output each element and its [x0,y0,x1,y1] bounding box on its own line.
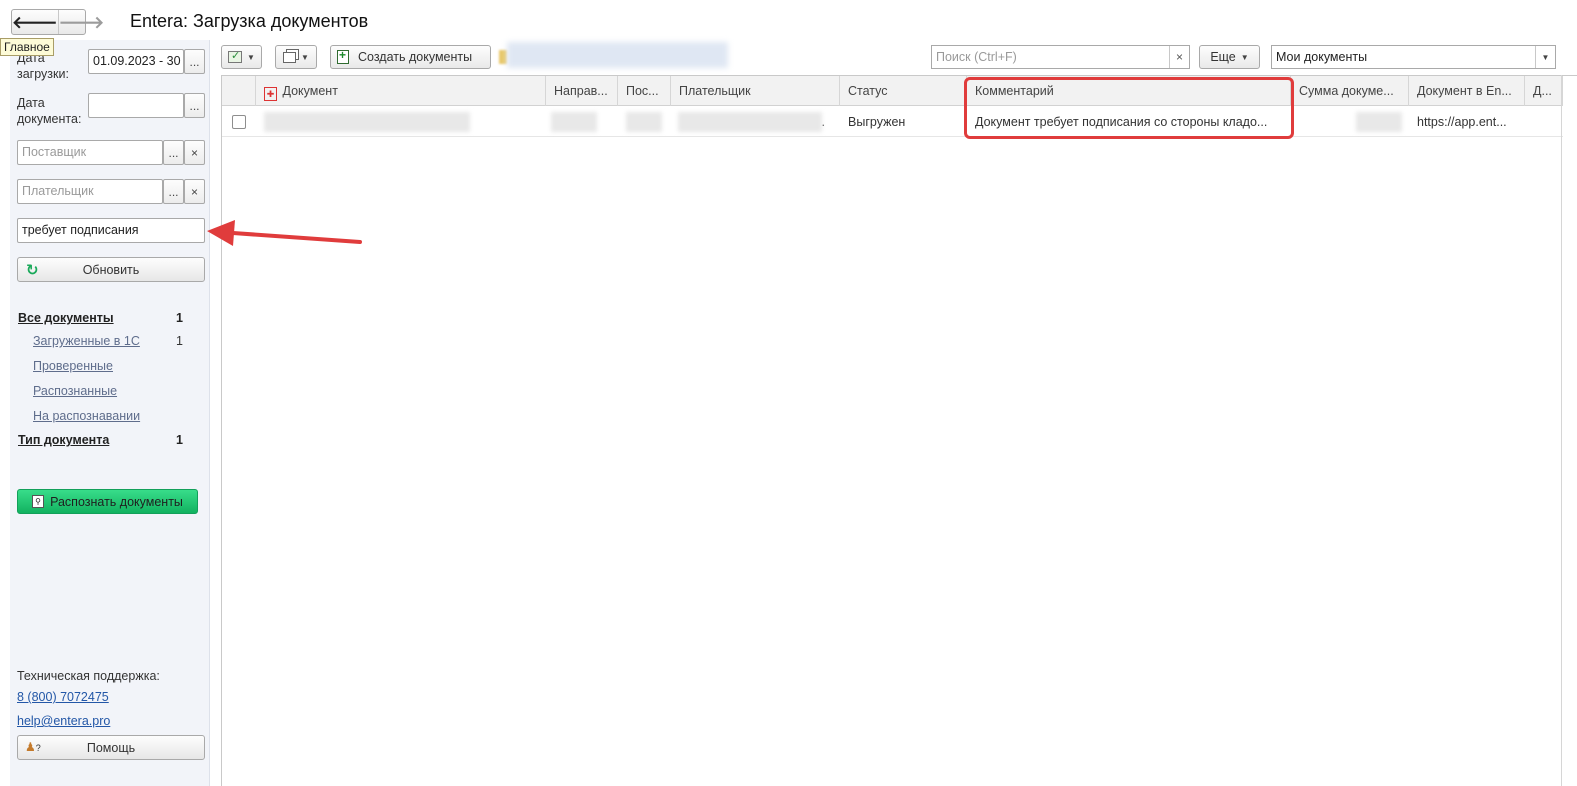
blurred-cell [1356,112,1402,132]
table-header: ✚ Документ Направ... Пос... Плательщик С… [222,76,1563,106]
refresh-icon: ↻ [26,262,39,279]
vertical-scrollbar[interactable] [1561,75,1562,786]
cell-status: Выгружен [848,115,906,129]
copy-menu-button[interactable]: ▼ [275,45,317,69]
chevron-down-icon: ▼ [247,52,255,62]
arrow-left-icon: 🡐 [12,12,58,32]
view-select[interactable]: Мои документы ▼ [1271,45,1556,69]
blurred-icon [499,50,507,64]
create-documents-button[interactable]: + Создать документы [330,45,491,69]
row-checkbox[interactable] [232,115,246,129]
help-button[interactable]: ♟? Помощь [17,735,205,760]
help-label: Помощь [86,740,136,755]
column-select [222,76,256,106]
pdf-icon: ✚ [264,87,277,101]
column-status[interactable]: Статус [840,76,967,106]
payer-clear-button[interactable]: × [184,179,205,204]
column-document[interactable]: ✚ Документ [256,76,546,106]
search-input[interactable]: Поиск (Ctrl+F) × [931,45,1190,69]
more-button[interactable]: Еще ▼ [1199,45,1260,69]
supplier-field[interactable]: Поставщик [17,140,163,165]
back-button[interactable]: 🡐 [12,10,58,34]
cell-enter-link[interactable]: https://app.ent... [1409,107,1525,137]
copy-icon [283,51,297,63]
column-document-label: Документ [282,84,338,98]
recognize-documents-label: Распознать документы [50,494,183,509]
column-enter-link[interactable]: Документ в En... [1409,76,1525,106]
column-comment[interactable]: Комментарий [967,76,1291,106]
column-pos[interactable]: Пос... [618,76,671,106]
blurred-cell [551,112,597,132]
history-nav: 🡐 🡒 [11,9,104,35]
tooltip-main: Главное [0,38,54,56]
chevron-down-icon: ▼ [1240,52,1249,62]
blurred-region [507,42,728,68]
text-search-field[interactable]: требует подписания [17,218,205,243]
support-email-link[interactable]: help@entera.pro [17,714,110,728]
supplier-select-button[interactable]: ... [163,140,184,165]
chevron-down-icon[interactable]: ▼ [1535,46,1555,68]
recognize-documents-button[interactable]: ⚲ Распознать документы [17,489,198,514]
more-label: Еще [1210,50,1236,64]
document-date-select-button[interactable]: ... [184,93,205,118]
user-help-icon: ♟? [25,740,41,754]
payer-field[interactable]: Плательщик [17,179,163,204]
view-select-value: Мои документы [1276,50,1368,64]
documents-table: ✚ Документ Направ... Пос... Плательщик С… [221,75,1577,786]
mark-menu-button[interactable]: ✓ ▼ [221,45,262,69]
cell-d [1525,107,1563,137]
window-title: Entera: Загрузка документов [130,11,369,31]
section-loaded-link[interactable]: Загруженные в 1С [33,334,140,348]
create-documents-label: Создать документы [358,50,473,64]
payer-select-button[interactable]: ... [163,179,184,204]
column-direction[interactable]: Направ... [546,76,618,106]
upload-date-field[interactable]: 01.09.2023 - 30 [88,49,184,74]
section-loaded-count: 1 [176,334,183,348]
forward-button[interactable]: 🡒 [57,10,105,34]
blurred-cell [264,112,470,132]
search-placeholder: Поиск (Ctrl+F) [936,50,1017,64]
blurred-cell [626,112,662,132]
upload-date-select-button[interactable]: ... [184,49,205,74]
table-row[interactable]: . Выгружен Документ требует подписания с… [222,107,1563,137]
add-document-icon: + [337,48,349,64]
section-recognizing-link[interactable]: На распознавании [33,409,140,423]
checklist-icon: ✓ [228,50,243,63]
document-type-count: 1 [176,433,183,447]
arrow-right-icon: 🡒 [58,12,105,32]
refresh-button[interactable]: ↻ Обновить [17,257,205,282]
search-clear-button[interactable]: × [1169,46,1189,68]
chevron-down-icon: ▼ [301,52,309,62]
all-documents-link[interactable]: Все документы [18,311,114,325]
supplier-clear-button[interactable]: × [184,140,205,165]
column-d[interactable]: Д... [1525,76,1563,106]
all-documents-count: 1 [176,311,183,325]
annotation-arrow-icon [207,220,362,246]
document-type-link[interactable]: Тип документа [18,433,109,447]
scan-document-icon: ⚲ [32,495,45,508]
blurred-cell [678,112,822,132]
document-date-label: Дата документа: [17,96,82,126]
column-amount[interactable]: Сумма докуме... [1291,76,1409,106]
cell-comment: Документ требует подписания со стороны к… [975,115,1268,129]
document-date-field[interactable] [88,93,184,118]
column-payer[interactable]: Плательщик [671,76,840,106]
section-checked-link[interactable]: Проверенные [33,359,113,373]
refresh-label: Обновить [82,262,140,277]
support-phone-link[interactable]: 8 (800) 7072475 [17,690,109,704]
support-label: Техническая поддержка: [17,669,160,683]
section-recognized-link[interactable]: Распознанные [33,384,117,398]
